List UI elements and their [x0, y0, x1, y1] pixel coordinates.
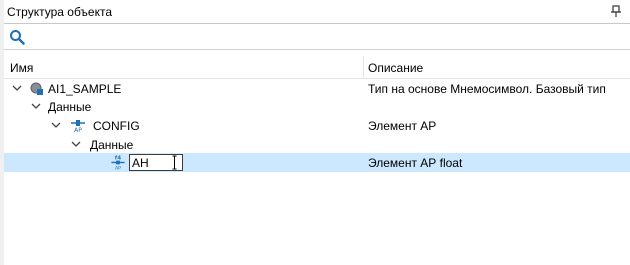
svg-text:AP: AP [74, 127, 82, 133]
object-type-icon [30, 82, 43, 95]
tree-item-label: Данные [48, 100, 92, 114]
column-header-name[interactable]: Имя [10, 61, 33, 75]
chevron-down-icon[interactable] [11, 82, 23, 94]
tree-header: Имя Описание [4, 56, 630, 79]
text-cursor-icon [172, 155, 177, 170]
column-divider[interactable] [363, 56, 364, 78]
tree-row[interactable]: AP CONFIG Элемент АР [4, 116, 630, 135]
tree-item-description: Тип на основе Мнемосимвол. Базовый тип [368, 82, 606, 96]
chevron-down-icon[interactable] [70, 138, 82, 150]
tree-row[interactable]: Данные [4, 97, 630, 116]
panel-title: Структура объекта [7, 5, 113, 19]
ap-float-icon: f4 AP [111, 156, 125, 170]
tree-item-description: Элемент АР float [368, 156, 463, 170]
tree-row-selected[interactable]: f4 AP Элемент АР float [4, 153, 630, 172]
object-structure-panel: Структура объекта Имя Описание AI1_SAMPL… [4, 0, 630, 265]
ap-element-icon: AP [71, 120, 85, 133]
panel-titlebar: Структура объекта [4, 0, 630, 24]
tree-item-label: CONFIG [93, 119, 140, 133]
svg-text:AP: AP [115, 166, 121, 170]
search-bar [4, 24, 630, 50]
tree-item-description: Элемент АР [368, 119, 437, 133]
search-icon[interactable] [9, 29, 25, 45]
search-input[interactable] [30, 27, 624, 47]
column-header-description[interactable]: Описание [368, 61, 423, 75]
pin-icon[interactable] [609, 4, 623, 18]
chevron-down-icon[interactable] [30, 100, 42, 112]
chevron-down-icon[interactable] [50, 119, 62, 131]
tree-item-label: AI1_SAMPLE [48, 82, 122, 96]
tree-row[interactable]: Данные [4, 135, 630, 154]
tree-row[interactable]: AI1_SAMPLE Тип на основе Мнемосимвол. Ба… [4, 79, 630, 98]
tree-item-label: Данные [90, 138, 134, 152]
